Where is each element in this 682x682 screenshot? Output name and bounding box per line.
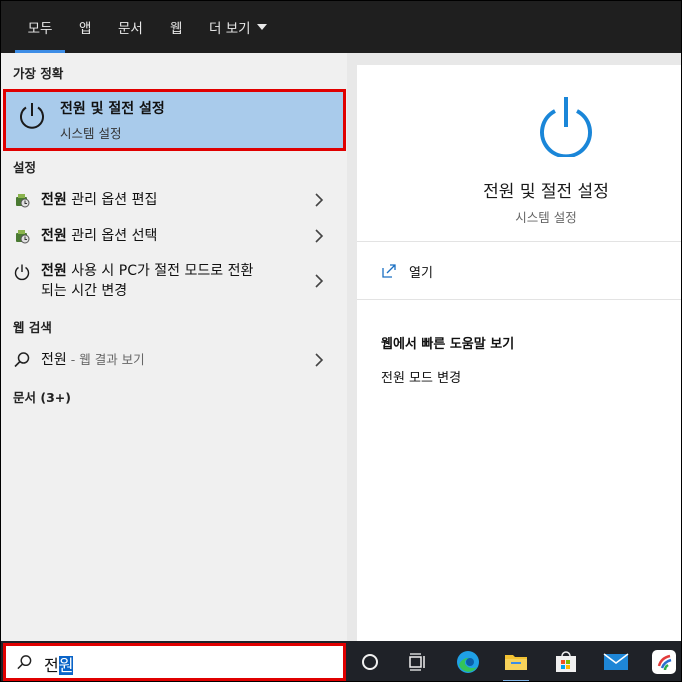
settings-item-label: 전원 관리 옵션 편집 — [41, 190, 157, 210]
settings-item-edit-power-plan[interactable]: 전원 관리 옵션 편집 — [1, 189, 347, 211]
label-rest: 관리 옵션 편집 — [66, 192, 158, 208]
cortana-icon[interactable] — [355, 647, 385, 677]
tab-apps-label: 앱 — [79, 21, 92, 37]
chevron-right-icon — [315, 274, 324, 288]
filter-tab-bar: 모두 앱 문서 웹 더 보기 — [1, 1, 681, 53]
best-match-item[interactable]: 전원 및 절전 설정 시스템 설정 — [3, 89, 346, 151]
search-query: 전원 — [44, 652, 74, 676]
power-icon — [540, 97, 592, 157]
settings-item-label: 전원 관리 옵션 선택 — [41, 226, 157, 246]
tab-documents[interactable]: 문서 — [118, 1, 143, 53]
power-icon — [14, 264, 30, 281]
preview-title: 전원 및 절전 설정 — [483, 182, 609, 202]
app-icon[interactable] — [649, 647, 679, 677]
power-options-icon — [16, 194, 30, 208]
web-help-link[interactable]: 전원 모드 변경 — [381, 367, 461, 386]
keyword-highlight: 전원 — [41, 263, 67, 279]
search-icon — [17, 655, 32, 670]
divider — [357, 241, 681, 242]
edge-icon[interactable] — [453, 647, 483, 677]
chevron-right-icon — [315, 229, 324, 243]
tab-apps[interactable]: 앱 — [79, 1, 91, 53]
keyword-highlight: 전원 — [41, 228, 67, 244]
settings-item-label: 전원 사용 시 PC가 절전 모드로 전환되는 시간 변경 — [41, 261, 253, 301]
tab-all[interactable]: 모두 — [15, 1, 65, 53]
search-text: 전 — [44, 656, 59, 675]
store-icon[interactable] — [551, 647, 581, 677]
settings-item-choose-power-plan[interactable]: 전원 관리 옵션 선택 — [1, 225, 347, 247]
web-result-suffix: - 웹 결과 보기 — [66, 352, 145, 367]
label-line2: 되는 시간 변경 — [41, 283, 128, 299]
tab-more-label: 더 보기 — [209, 21, 251, 37]
best-match-heading: 가장 정확 — [13, 66, 64, 81]
tab-web-label: 웹 — [170, 21, 183, 37]
results-pane: 가장 정확 전원 및 절전 설정 시스템 설정 설정 전원 관리 옵션 편집 전… — [1, 53, 347, 641]
mail-icon[interactable] — [601, 647, 631, 677]
open-action[interactable]: 열기 — [381, 261, 433, 281]
web-search-label: 전원 - 웹 결과 보기 — [41, 350, 145, 370]
tab-documents-label: 문서 — [118, 21, 143, 37]
file-explorer-icon[interactable] — [501, 647, 531, 681]
documents-heading[interactable]: 문서 (3+) — [13, 387, 71, 406]
label-rest: 관리 옵션 선택 — [66, 228, 158, 244]
web-query: 전원 — [41, 352, 67, 368]
web-help-heading: 웹에서 빠른 도움말 보기 — [381, 337, 515, 352]
divider — [357, 299, 681, 300]
start-search-window: 모두 앱 문서 웹 더 보기 가장 정확 전원 및 절전 설정 시스템 설정 설… — [0, 0, 682, 682]
preview-card: 전원 및 절전 설정 시스템 설정 열기 웹에서 빠른 도움말 보기 전원 모드… — [357, 65, 681, 641]
power-options-icon — [16, 230, 30, 244]
power-icon — [20, 103, 44, 129]
task-view-icon[interactable] — [403, 647, 433, 677]
taskbar: 전원 — [1, 641, 681, 681]
caret-down-icon — [256, 24, 267, 30]
keyword-highlight: 전원 — [41, 192, 67, 208]
search-input[interactable]: 전원 — [3, 643, 346, 681]
best-match-subtitle: 시스템 설정 — [60, 126, 122, 141]
settings-heading: 설정 — [13, 160, 37, 175]
best-match-title: 전원 및 절전 설정 — [60, 101, 165, 117]
open-icon — [382, 264, 396, 278]
web-search-heading: 웹 검색 — [13, 320, 52, 335]
tab-all-label: 모두 — [27, 21, 53, 37]
settings-item-sleep-timeout[interactable]: 전원 사용 시 PC가 절전 모드로 전환되는 시간 변경 — [1, 260, 347, 302]
label-rest: 사용 시 PC가 절전 모드로 전환 — [66, 263, 254, 279]
chevron-right-icon — [315, 353, 324, 367]
web-search-item[interactable]: 전원 - 웹 결과 보기 — [1, 349, 347, 371]
search-icon — [14, 352, 30, 368]
tab-more[interactable]: 더 보기 — [209, 1, 267, 53]
search-text-selected: 원 — [58, 656, 74, 675]
preview-subtitle: 시스템 설정 — [515, 210, 577, 225]
chevron-right-icon — [315, 193, 324, 207]
open-label: 열기 — [409, 265, 433, 281]
tab-web[interactable]: 웹 — [170, 1, 182, 53]
preview-pane: 전원 및 절전 설정 시스템 설정 열기 웹에서 빠른 도움말 보기 전원 모드… — [347, 53, 681, 641]
